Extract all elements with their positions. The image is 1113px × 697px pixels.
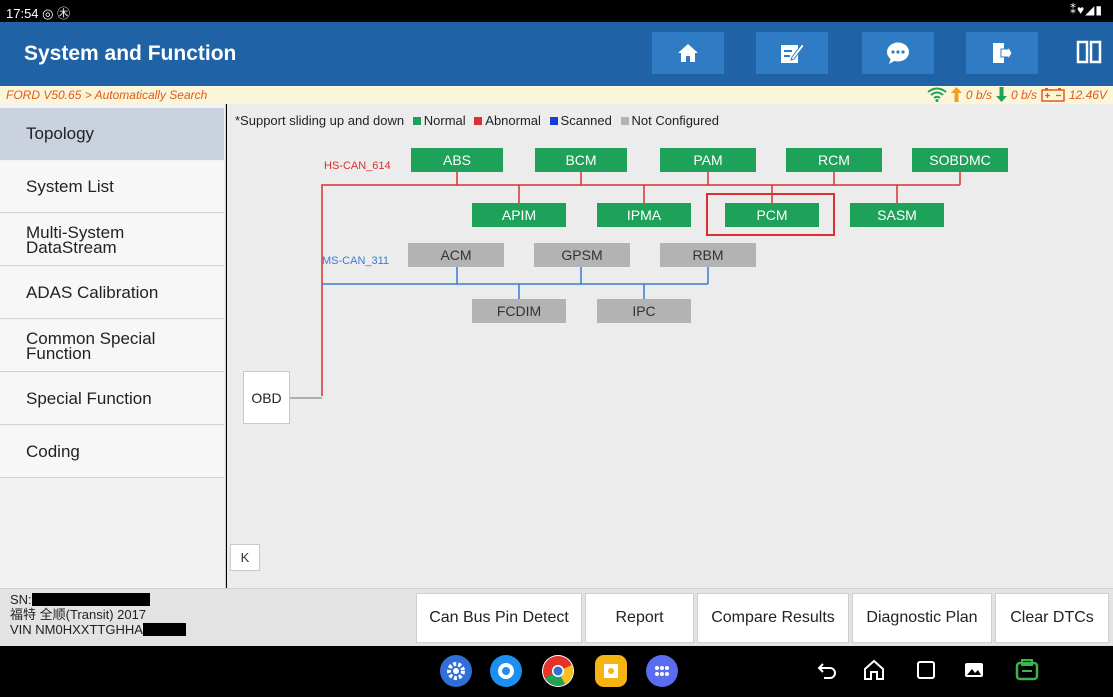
- download-arrow-icon: [995, 87, 1007, 102]
- sidebar-item-common-special-function[interactable]: Common Special Function: [0, 320, 224, 372]
- hs-can-label: HS-CAN_614: [324, 160, 391, 172]
- info-bar: FORD V50.65 > Automatically Search 0 b/s…: [0, 86, 1113, 104]
- sidebar-item-label: ADAS Calibration: [26, 283, 159, 302]
- sn-label: SN:: [10, 592, 32, 607]
- sidebar-item-label: Multi-System DataStream: [26, 222, 125, 257]
- module-ipc[interactable]: IPC: [597, 299, 691, 323]
- module-acm[interactable]: ACM: [408, 243, 504, 267]
- edit-icon: [781, 43, 805, 63]
- ms-can-label: MS-CAN_311: [322, 255, 390, 267]
- module-ipma[interactable]: IPMA: [597, 203, 691, 227]
- split-view-button[interactable]: [1076, 40, 1106, 68]
- wifi-icon: [927, 87, 947, 102]
- home-icon: [678, 44, 698, 62]
- app-drawer-icon[interactable]: [646, 655, 678, 687]
- screenshot-icon[interactable]: [962, 658, 986, 687]
- module-rbm[interactable]: RBM: [660, 243, 756, 267]
- module-abs[interactable]: ABS: [411, 148, 503, 172]
- breadcrumb: FORD V50.65 > Automatically Search: [6, 88, 208, 102]
- sidebar: Topology System List Multi-System DataSt…: [0, 104, 226, 588]
- recents-icon[interactable]: [914, 658, 938, 687]
- browser-app-icon[interactable]: [490, 655, 522, 687]
- vci-icon[interactable]: [1014, 658, 1040, 687]
- upload-rate: 0 b/s: [965, 87, 992, 102]
- collapse-sidebar-button[interactable]: K: [230, 544, 260, 571]
- upload-arrow-icon: [950, 87, 962, 102]
- chat-icon: [887, 42, 909, 64]
- sidebar-item-special-function[interactable]: Special Function: [0, 373, 224, 425]
- sidebar-item-label: Common Special Function: [26, 328, 156, 363]
- module-bcm[interactable]: BCM: [535, 148, 627, 172]
- camera-app-icon[interactable]: [595, 655, 627, 687]
- exit-button[interactable]: [966, 32, 1038, 74]
- module-pam[interactable]: PAM: [660, 148, 756, 172]
- ms-can-wiring: [322, 267, 709, 299]
- compare-results-button[interactable]: Compare Results: [697, 593, 849, 643]
- battery-icon: [1041, 88, 1065, 102]
- sidebar-item-topology[interactable]: Topology: [0, 108, 224, 160]
- edit-button[interactable]: [756, 32, 828, 74]
- home-button[interactable]: [652, 32, 724, 74]
- sidebar-item-adas-calibration[interactable]: ADAS Calibration: [0, 267, 224, 319]
- footer-bar: SN: 福特 全顺(Transit) 2017 VIN NM0HXXTTGHHA…: [0, 588, 1113, 646]
- clear-dtcs-button[interactable]: Clear DTCs: [995, 593, 1109, 643]
- redacted-vin: [142, 623, 186, 636]
- module-apim[interactable]: APIM: [472, 203, 566, 227]
- topology-panel[interactable]: *Support sliding up and down Normal Abno…: [227, 104, 1113, 588]
- sidebar-item-multi-system-datastream[interactable]: Multi-System DataStream: [0, 214, 224, 266]
- module-sobdmc[interactable]: SOBDMC: [912, 148, 1008, 172]
- sidebar-item-label: Special Function: [26, 389, 152, 408]
- sidebar-item-coding[interactable]: Coding: [0, 426, 224, 478]
- vehicle-info: SN: 福特 全顺(Transit) 2017 VIN NM0HXXTTGHHA: [10, 592, 186, 637]
- redacted-serial: [31, 593, 150, 606]
- status-bar: 17:54 ◎ ㊍ ⁑♥◢▮: [0, 0, 1113, 22]
- diagnostic-plan-button[interactable]: Diagnostic Plan: [852, 593, 992, 643]
- obd-connector[interactable]: OBD: [243, 371, 290, 424]
- status-time: 17:54 ◎ ㊍: [6, 6, 71, 21]
- sidebar-item-label: Coding: [26, 442, 80, 461]
- sidebar-item-label: Topology: [26, 124, 95, 143]
- can-bus-pin-detect-button[interactable]: Can Bus Pin Detect: [416, 593, 582, 643]
- module-gpsm[interactable]: GPSM: [534, 243, 630, 267]
- vin-label: VIN NM0HXXTTGHHA: [10, 622, 143, 637]
- report-button[interactable]: Report: [585, 593, 694, 643]
- chrome-app-icon[interactable]: [542, 655, 574, 687]
- module-fcdim[interactable]: FCDIM: [472, 299, 566, 323]
- back-icon[interactable]: [815, 658, 839, 687]
- download-rate: 0 b/s: [1010, 87, 1037, 102]
- split-view-icon: [1076, 40, 1102, 64]
- settings-app-icon[interactable]: [440, 655, 472, 687]
- status-icons: ⁑♥◢▮: [1070, 3, 1103, 17]
- exit-icon: [993, 43, 1013, 63]
- module-sasm[interactable]: SASM: [850, 203, 944, 227]
- system-nav-bar: [0, 646, 1113, 697]
- voltage-value: 12.46V: [1068, 87, 1107, 102]
- vehicle-model: 福特 全顺(Transit) 2017: [10, 607, 147, 622]
- selected-module-highlight: [706, 193, 835, 236]
- message-button[interactable]: [862, 32, 934, 74]
- title-bar: System and Function: [0, 22, 1113, 86]
- sidebar-item-label: System List: [26, 177, 114, 196]
- sidebar-item-system-list[interactable]: System List: [0, 161, 224, 213]
- home-nav-icon[interactable]: [862, 658, 886, 687]
- connection-stats: 0 b/s 0 b/s 12.46V: [927, 87, 1107, 102]
- module-rcm[interactable]: RCM: [786, 148, 882, 172]
- page-title: System and Function: [24, 42, 237, 65]
- bus-wiring: [290, 172, 961, 399]
